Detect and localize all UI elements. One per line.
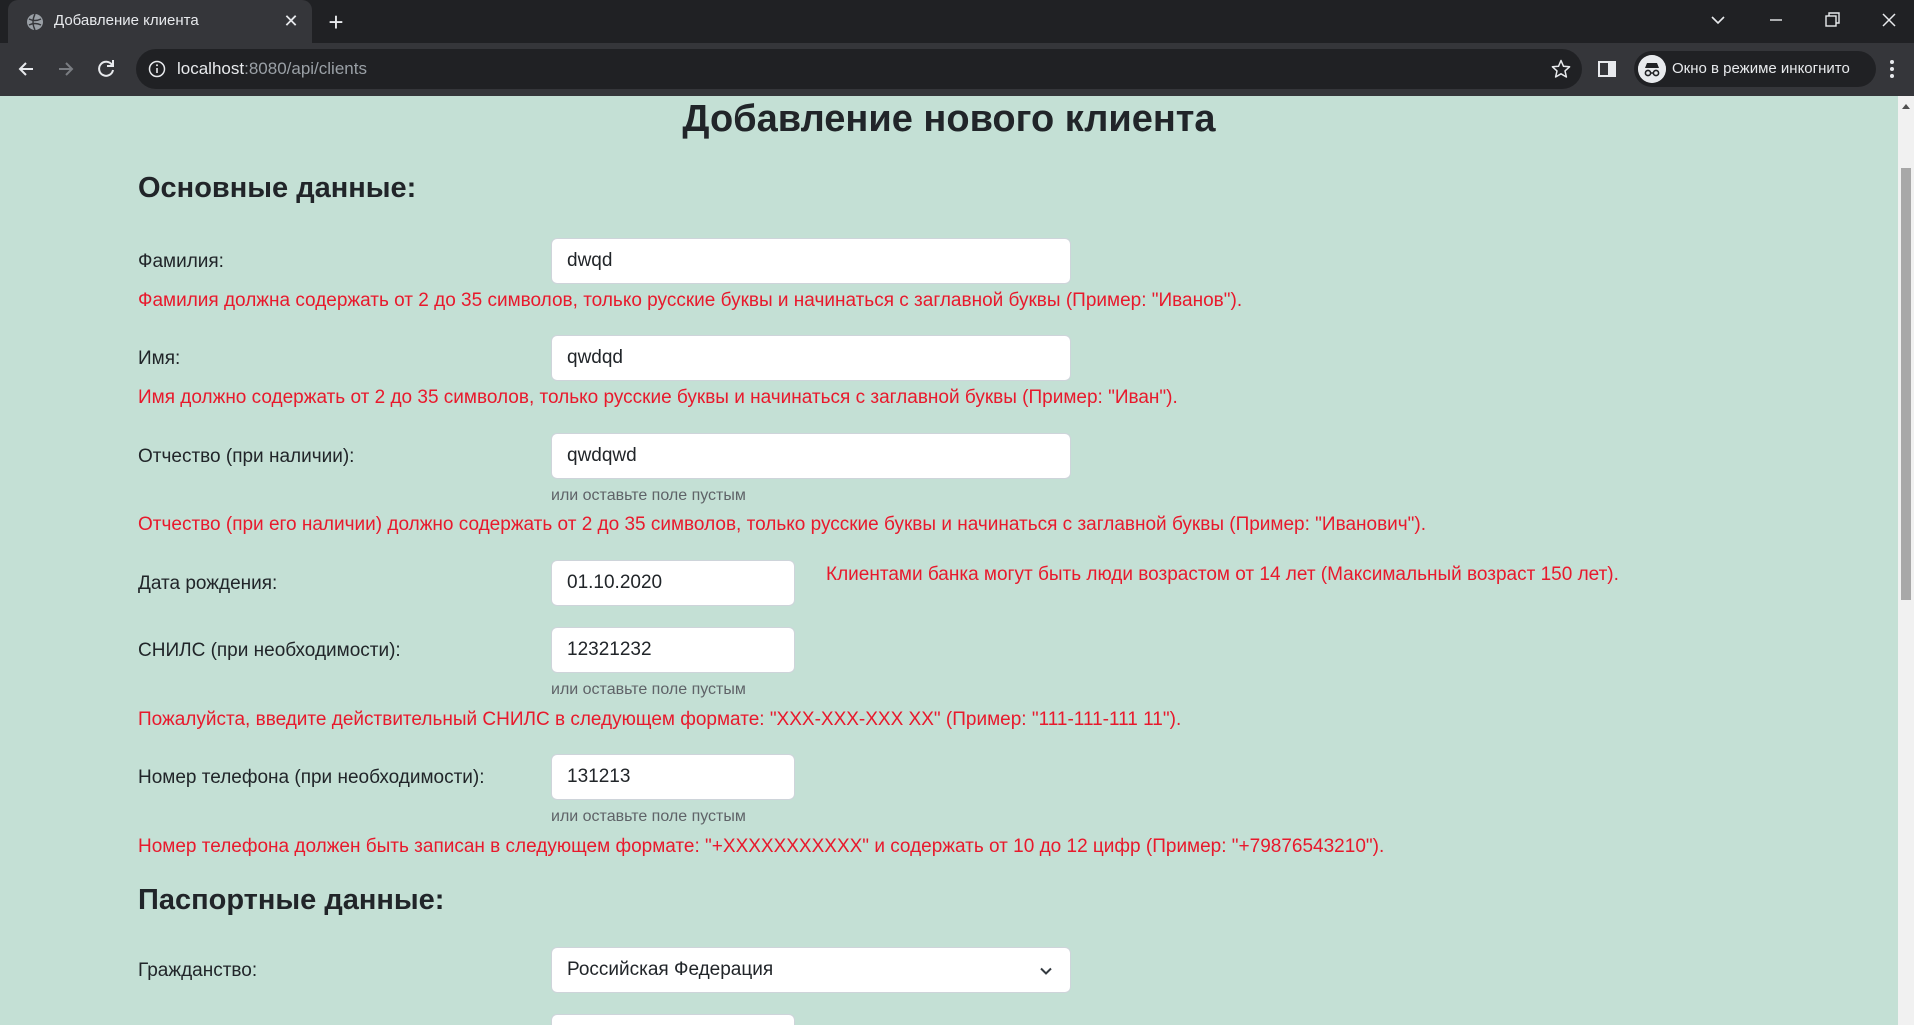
middle-name-label: Отчество (при наличии): <box>138 446 355 467</box>
birth-date-input[interactable]: 01.10.2020 <box>551 560 795 606</box>
incognito-label: Окно в режиме инкогнито <box>1672 60 1850 77</box>
side-panel-icon[interactable] <box>1596 58 1618 80</box>
middle-name-input[interactable]: qwdqwd <box>551 433 1071 479</box>
incognito-indicator[interactable]: Окно в режиме инкогнито <box>1634 51 1876 87</box>
first-name-label: Имя: <box>138 348 181 369</box>
kebab-menu-icon[interactable] <box>1880 57 1904 81</box>
middle-name-hint: или оставьте поле пустым <box>551 487 746 504</box>
phone-error: Номер телефона должен быть записан в сле… <box>138 836 1385 857</box>
url-text[interactable]: localhost:8080/api/clients <box>177 59 367 79</box>
minimize-icon[interactable] <box>1760 6 1792 34</box>
close-window-icon[interactable] <box>1873 6 1905 34</box>
tab-title: Добавление клиента <box>54 12 199 29</box>
page-content: Добавление нового клиента Основные данны… <box>0 96 1898 1025</box>
section-main-title: Основные данные: <box>138 172 417 204</box>
globe-icon <box>27 13 43 31</box>
last-name-error: Фамилия должна содержать от 2 до 35 симв… <box>138 290 1243 311</box>
new-tab-button[interactable]: + <box>322 8 350 36</box>
citizenship-select[interactable]: Российская Федерация <box>551 947 1071 993</box>
page-scrollbar[interactable] <box>1898 96 1914 1025</box>
passport-next-input[interactable] <box>551 1014 795 1025</box>
restore-icon[interactable] <box>1816 6 1848 34</box>
phone-label: Номер телефона (при необходимости): <box>138 767 485 788</box>
browser-tab[interactable]: Добавление клиента ✕ <box>8 0 312 43</box>
address-bar[interactable]: localhost:8080/api/clients <box>136 49 1582 89</box>
birth-date-label: Дата рождения: <box>138 573 278 594</box>
birth-date-error: Клиентами банка могут быть люди возрасто… <box>826 564 1619 585</box>
tab-search-icon[interactable] <box>1702 6 1734 34</box>
last-name-label: Фамилия: <box>138 251 224 272</box>
snils-label: СНИЛС (при необходимости): <box>138 640 401 661</box>
snils-error: Пожалуйста, введите действительный СНИЛС… <box>138 709 1182 730</box>
snils-hint: или оставьте поле пустым <box>551 681 746 698</box>
browser-titlebar: Добавление клиента ✕ + <box>0 0 1914 43</box>
arrow-right-icon[interactable] <box>52 55 80 83</box>
browser-toolbar: localhost:8080/api/clients Окно в режиме… <box>0 43 1914 96</box>
middle-name-error: Отчество (при его наличии) должно содерж… <box>138 514 1427 535</box>
url-path: :8080/api/clients <box>244 59 367 78</box>
citizenship-label: Гражданство: <box>138 960 258 981</box>
snils-input[interactable]: 12321232 <box>551 627 795 673</box>
citizenship-value: Российская Федерация <box>567 959 774 980</box>
first-name-input[interactable]: qwdqd <box>551 335 1071 381</box>
tab-close-icon[interactable]: ✕ <box>280 10 302 32</box>
info-icon[interactable] <box>148 60 166 78</box>
arrow-left-icon[interactable] <box>12 55 40 83</box>
section-passport-title: Паспортные данные: <box>138 884 445 916</box>
last-name-input[interactable]: dwqd <box>551 238 1071 284</box>
phone-input[interactable]: 131213 <box>551 754 795 800</box>
incognito-icon <box>1638 55 1666 83</box>
reload-icon[interactable] <box>92 55 120 83</box>
url-host: localhost <box>177 59 245 78</box>
first-name-error: Имя должно содержать от 2 до 35 символов… <box>138 387 1178 408</box>
scrollbar-thumb[interactable] <box>1901 168 1911 600</box>
star-icon[interactable] <box>1550 58 1572 80</box>
scroll-up-icon[interactable] <box>1902 104 1910 109</box>
page-title: Добавление нового клиента <box>682 98 1216 140</box>
phone-hint: или оставьте поле пустым <box>551 808 746 825</box>
chevron-down-icon <box>1040 967 1052 975</box>
